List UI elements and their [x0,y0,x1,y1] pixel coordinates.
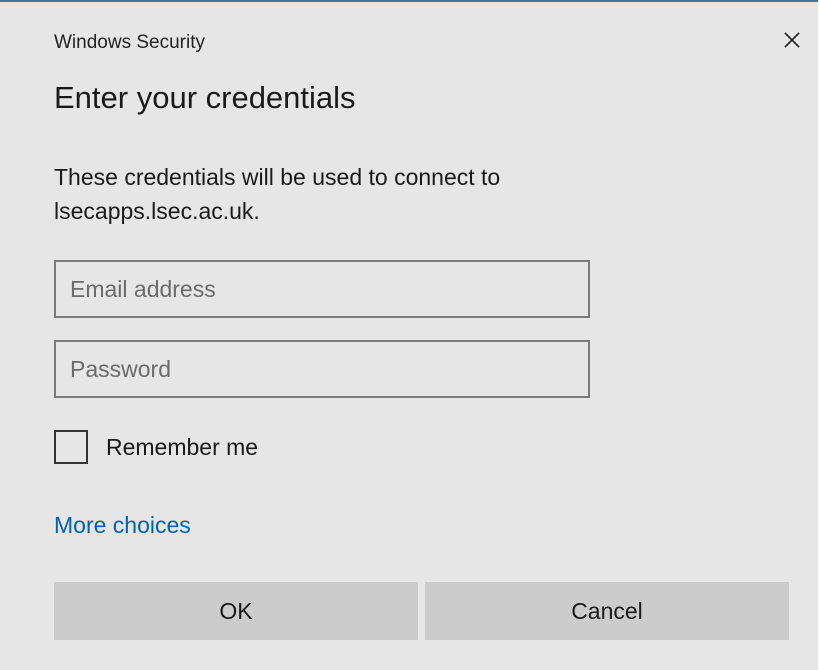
ok-button[interactable]: OK [54,582,418,640]
remember-me-label: Remember me [106,433,259,460]
password-field[interactable] [54,340,590,398]
close-icon[interactable] [780,28,804,52]
credentials-dialog: Windows Security Enter your credentials … [0,0,818,670]
description-line-2: lsecapps.lsec.ac.uk. [54,198,260,224]
checkbox-box[interactable] [54,430,88,464]
remember-me-checkbox[interactable]: Remember me [54,428,258,466]
description-line-1: These credentials will be used to connec… [54,164,501,190]
dialog-description: These credentials will be used to connec… [54,160,654,228]
more-choices-link[interactable]: More choices [54,512,191,539]
cancel-button[interactable]: Cancel [425,582,789,640]
dialog-heading: Enter your credentials [54,80,356,115]
window-title: Windows Security [54,32,205,53]
email-field[interactable] [54,260,590,318]
